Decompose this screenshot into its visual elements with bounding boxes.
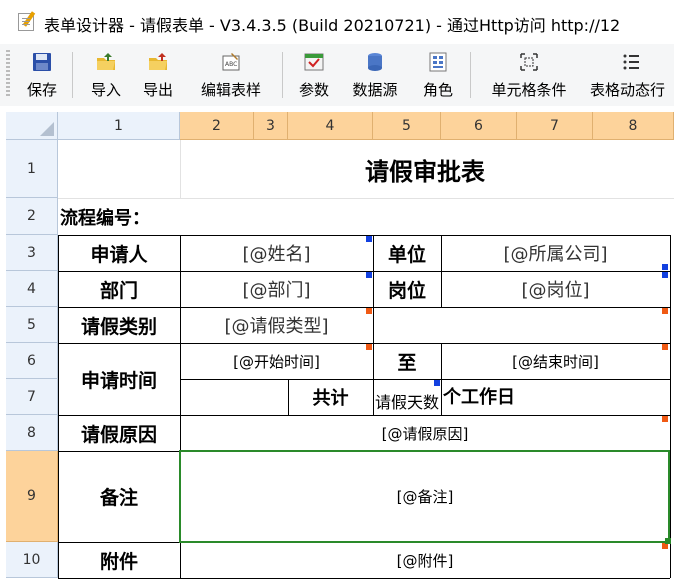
cell-condition-button[interactable]: 单元格条件	[482, 48, 576, 102]
condition-marker	[662, 416, 668, 422]
save-icon	[33, 53, 51, 71]
total-label[interactable]: 共计	[288, 379, 373, 415]
form-sheet[interactable]: 1 2 3 4 5 6 7 8 1 2 3 4 5 6 7 8 9 10 请假审…	[0, 106, 674, 584]
column-header[interactable]: 3	[254, 112, 288, 140]
toolbar-grip[interactable]	[6, 50, 10, 98]
row-header[interactable]: 9	[6, 451, 58, 542]
binding-marker	[434, 380, 440, 386]
column-header[interactable]: 8	[593, 112, 674, 140]
column-header[interactable]: 7	[517, 112, 593, 140]
condition-marker	[662, 308, 668, 314]
toolbar-separator	[470, 52, 471, 98]
import-folder-icon	[97, 53, 115, 70]
post-field[interactable]: [@岗位]	[441, 271, 670, 307]
leave-type-label[interactable]: 请假类别	[58, 307, 180, 343]
role-icon	[429, 52, 447, 72]
empty-cell[interactable]	[180, 379, 288, 415]
row-header[interactable]: 4	[6, 271, 58, 307]
dynamic-row-button[interactable]: 表格动态行	[588, 48, 674, 102]
role-button[interactable]: 角色	[416, 48, 460, 102]
row-header[interactable]: 6	[6, 343, 58, 379]
unit-label[interactable]: 单位	[373, 235, 441, 271]
row-header[interactable]: 2	[6, 198, 58, 235]
column-header[interactable]: 6	[441, 112, 517, 140]
leave-days-field[interactable]: 请假天数	[373, 379, 441, 415]
parameter-button[interactable]: 参数	[292, 48, 336, 102]
end-time-field[interactable]: [@结束时间]	[441, 343, 670, 379]
flow-number-label[interactable]: 流程编号：	[60, 198, 180, 235]
binding-marker	[366, 236, 372, 242]
column-header[interactable]: 4	[288, 112, 373, 140]
binding-marker	[662, 264, 668, 270]
attachment-label[interactable]: 附件	[58, 542, 180, 578]
export-folder-icon	[149, 53, 167, 70]
row-header[interactable]: 7	[6, 379, 58, 415]
post-label[interactable]: 岗位	[373, 271, 441, 307]
condition-marker	[662, 344, 668, 350]
form-designer-icon	[18, 11, 36, 31]
to-label[interactable]: 至	[373, 343, 441, 379]
row-header[interactable]: 5	[6, 307, 58, 343]
window-title: 表单设计器 - 请假表单 - V3.4.3.5 (Build 20210721)…	[44, 16, 621, 35]
title-bar: 表单设计器 - 请假表单 - V3.4.3.5 (Build 20210721)…	[0, 0, 674, 45]
row-header[interactable]: 10	[6, 542, 58, 578]
edit-template-button[interactable]: ABC 编辑表样	[192, 48, 270, 102]
selected-cell-outline	[179, 450, 670, 543]
parameter-icon	[304, 53, 324, 71]
applicant-field[interactable]: [@姓名]	[180, 235, 373, 271]
export-button[interactable]: 导出	[136, 48, 180, 102]
binding-marker	[366, 272, 372, 278]
dynamic-row-icon	[623, 54, 639, 70]
column-header[interactable]: 5	[373, 112, 441, 140]
start-time-field[interactable]: [@开始时间]	[180, 343, 373, 379]
condition-marker	[366, 344, 372, 350]
select-all-corner[interactable]	[6, 112, 58, 140]
datasource-button[interactable]: 数据源	[346, 48, 404, 102]
row-header[interactable]: 8	[6, 415, 58, 451]
fill-handle[interactable]	[665, 538, 671, 544]
import-button[interactable]: 导入	[84, 48, 128, 102]
toolbar-separator	[282, 52, 283, 98]
form-title[interactable]: 请假审批表	[180, 140, 670, 198]
column-header[interactable]: 2	[180, 112, 254, 140]
svg-text:ABC: ABC	[225, 61, 237, 68]
unit-field[interactable]: [@所属公司]	[441, 235, 670, 271]
toolbar: 保存 导入 导出 ABC 编辑表样 参数 数据源 角色 单元格条件 表格动态行	[0, 44, 674, 107]
department-label[interactable]: 部门	[58, 271, 180, 307]
edit-template-icon: ABC	[222, 53, 240, 71]
binding-marker	[662, 272, 668, 278]
save-button[interactable]: 保存	[20, 48, 64, 102]
workdays-label[interactable]: 个工作日	[443, 379, 670, 415]
column-header[interactable]: 1	[58, 112, 180, 140]
database-icon	[368, 53, 382, 71]
apply-time-label[interactable]: 申请时间	[58, 343, 180, 415]
table-border	[670, 235, 671, 578]
row-header[interactable]: 3	[6, 235, 58, 271]
leave-type-field[interactable]: [@请假类型]	[180, 307, 373, 343]
condition-marker	[366, 308, 372, 314]
remark-label[interactable]: 备注	[58, 451, 180, 542]
empty-cell[interactable]	[373, 307, 670, 343]
department-field[interactable]: [@部门]	[180, 271, 373, 307]
reason-label[interactable]: 请假原因	[58, 415, 180, 451]
reason-field[interactable]: [@请假原因]	[180, 415, 670, 451]
table-border	[58, 578, 670, 579]
cell-condition-icon	[520, 53, 538, 71]
applicant-label[interactable]: 申请人	[58, 235, 180, 271]
row-header[interactable]: 1	[6, 140, 58, 198]
attachment-field[interactable]: [@附件]	[180, 542, 670, 578]
toolbar-separator	[72, 52, 73, 98]
